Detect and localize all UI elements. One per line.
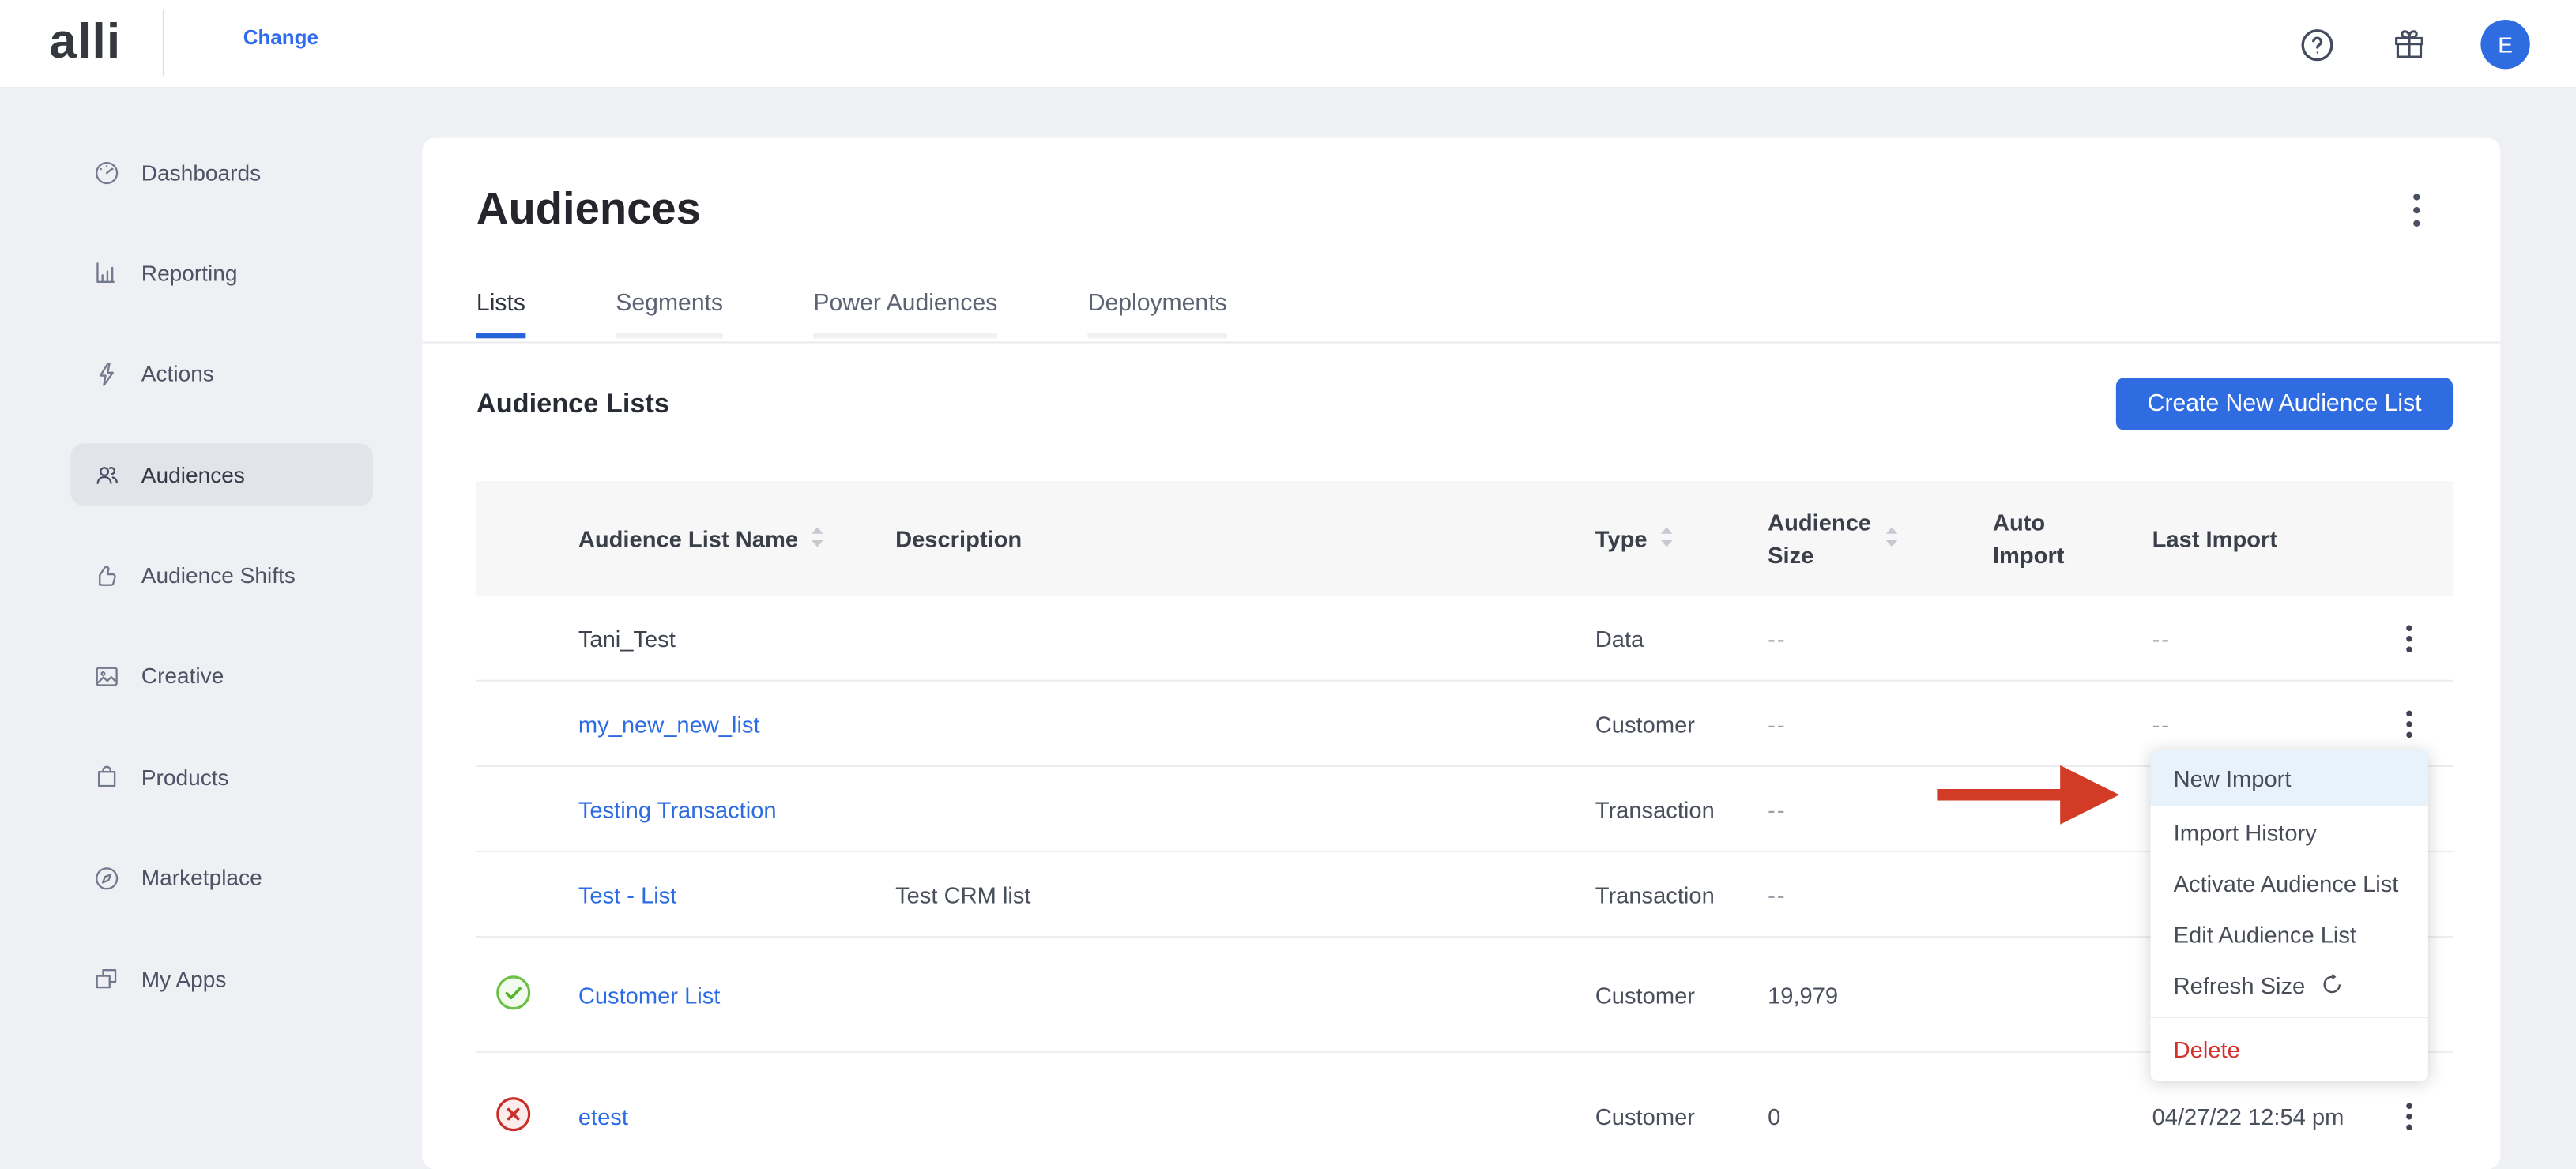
type-cell: Customer (1595, 710, 1768, 736)
header-last-import: Last Import (2152, 525, 2366, 551)
sidebar-item-reporting[interactable]: Reporting (70, 242, 373, 304)
row-context-menu: New Import Import History Activate Audie… (2151, 750, 2428, 1081)
sort-icon[interactable] (810, 524, 825, 552)
change-account-link[interactable]: Change (243, 26, 318, 49)
type-cell: Customer (1595, 1103, 1768, 1129)
lightning-icon (92, 359, 121, 389)
sidebar-item-audiences[interactable]: Audiences (70, 444, 373, 506)
create-new-audience-list-button[interactable]: Create New Audience List (2116, 378, 2453, 430)
menu-item-edit-audience-list[interactable]: Edit Audience List (2151, 908, 2428, 959)
sort-icon[interactable] (1885, 524, 1900, 552)
table-row: Tani_Test Data -- -- (476, 596, 2453, 682)
bar-chart-icon (92, 258, 121, 288)
row-kebab-menu-icon[interactable] (2366, 1101, 2453, 1130)
sidebar-item-label: Reporting (141, 261, 238, 285)
sidebar-nav: Dashboards Reporting Actions Audiences (70, 141, 373, 1010)
app-window: alli Change E (0, 0, 2576, 1169)
menu-item-new-import[interactable]: New Import (2151, 750, 2428, 806)
status-cell (476, 973, 578, 1016)
audience-list-name: Tani_Test (578, 625, 895, 651)
sidebar-item-marketplace[interactable]: Marketplace (70, 847, 373, 909)
tab-bar: Lists Segments Power Audiences Deploymen… (476, 291, 1227, 338)
description-cell: Test CRM list (895, 881, 1595, 907)
audience-size-cell: -- (1768, 881, 1993, 907)
last-import-cell: -- (2152, 625, 2366, 651)
tab-power-audiences[interactable]: Power Audiences (813, 291, 997, 338)
type-cell: Transaction (1595, 795, 1768, 821)
refresh-icon (2320, 972, 2344, 997)
tabs-divider (422, 341, 2500, 343)
tab-segments[interactable]: Segments (616, 291, 723, 338)
audience-size-cell: 0 (1768, 1103, 1993, 1129)
success-status-icon (495, 973, 533, 1016)
audience-size-cell: -- (1768, 710, 1993, 736)
audience-size-cell: -- (1768, 625, 1993, 651)
alli-logo: alli (49, 15, 121, 71)
image-icon (92, 662, 121, 691)
sidebar-item-label: Dashboards (141, 160, 261, 185)
menu-item-import-history[interactable]: Import History (2151, 806, 2428, 857)
sidebar-item-dashboards[interactable]: Dashboards (70, 141, 373, 204)
tab-deployments[interactable]: Deployments (1088, 291, 1227, 338)
dashboard-icon (92, 158, 121, 187)
apps-icon (92, 964, 121, 994)
type-cell: Transaction (1595, 881, 1768, 907)
audience-list-name-link[interactable]: my_new_new_list (578, 710, 895, 736)
sidebar-item-label: My Apps (141, 967, 227, 991)
sidebar-item-label: Marketplace (141, 866, 262, 890)
sidebar-item-creative[interactable]: Creative (70, 645, 373, 708)
topbar-divider (163, 9, 164, 75)
audience-list-name-link[interactable]: etest (578, 1103, 895, 1129)
audience-size-cell: 19,979 (1768, 981, 1993, 1007)
sidebar: Dashboards Reporting Actions Audiences (0, 88, 422, 1169)
header-type[interactable]: Type (1595, 524, 1768, 552)
row-kebab-menu-icon[interactable] (2366, 709, 2453, 738)
sidebar-item-label: Actions (141, 362, 214, 386)
type-cell: Data (1595, 625, 1768, 651)
annotation-arrow-icon (1937, 764, 2121, 834)
error-status-icon (495, 1095, 533, 1137)
sort-icon[interactable] (1659, 524, 1674, 552)
sidebar-item-products[interactable]: Products (70, 746, 373, 809)
people-icon (92, 460, 121, 489)
topbar-actions: E (2297, 0, 2530, 88)
sidebar-item-actions[interactable]: Actions (70, 343, 373, 405)
table-header-row: Audience List Name Description Type Audi… (476, 481, 2453, 596)
shopping-bag-icon (92, 762, 121, 791)
sidebar-item-label: Audience Shifts (141, 563, 296, 588)
tab-lists[interactable]: Lists (476, 291, 525, 338)
audience-list-name-link[interactable]: Customer List (578, 981, 895, 1007)
thumbs-up-icon (92, 561, 121, 590)
menu-item-refresh-size[interactable]: Refresh Size (2151, 959, 2428, 1009)
last-import-cell: -- (2152, 710, 2366, 736)
top-bar: alli Change E (0, 0, 2576, 88)
sidebar-item-label: Creative (141, 664, 224, 689)
page-kebab-menu-icon[interactable] (2412, 192, 2441, 225)
page-title: Audiences (476, 184, 701, 235)
audience-list-name-link[interactable]: Test - List (578, 881, 895, 907)
sidebar-item-my-apps[interactable]: My Apps (70, 948, 373, 1010)
compass-icon (92, 863, 121, 893)
type-cell: Customer (1595, 981, 1768, 1007)
sidebar-item-label: Products (141, 765, 229, 790)
header-description: Description (895, 525, 1595, 551)
header-auto-import: Auto Import (1993, 506, 2152, 571)
last-import-cell: 04/27/22 12:54 pm (2152, 1099, 2344, 1133)
header-audience-list-name[interactable]: Audience List Name (578, 524, 895, 552)
gift-icon[interactable] (2389, 24, 2428, 64)
section-title: Audience Lists (476, 378, 669, 430)
row-kebab-menu-icon[interactable] (2366, 623, 2453, 652)
status-cell (476, 1095, 578, 1137)
header-audience-size[interactable]: Audience Size (1768, 506, 1993, 571)
sidebar-item-label: Audiences (141, 463, 245, 487)
user-avatar[interactable]: E (2480, 20, 2529, 69)
menu-item-activate-audience-list[interactable]: Activate Audience List (2151, 857, 2428, 908)
menu-item-delete[interactable]: Delete (2151, 1018, 2428, 1081)
help-icon[interactable] (2297, 24, 2337, 64)
sidebar-item-audience-shifts[interactable]: Audience Shifts (70, 544, 373, 607)
audience-list-name-link[interactable]: Testing Transaction (578, 795, 895, 821)
